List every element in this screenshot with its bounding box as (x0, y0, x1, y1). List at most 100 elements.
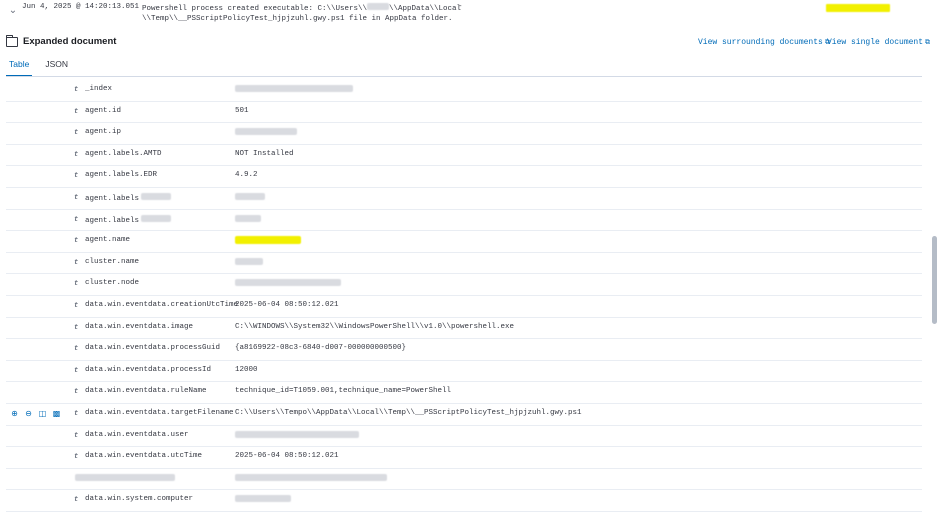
scrollbar-thumb[interactable] (932, 236, 937, 324)
doc-tabs: Table JSON (6, 58, 71, 77)
tab-table[interactable]: Table (6, 58, 33, 77)
field-name: data.win.eventdata.creationUtcTime (85, 300, 239, 309)
field-type-icon: t (74, 409, 79, 418)
redacted-text (141, 192, 172, 200)
table-row: t agent.id 501 (6, 102, 922, 124)
field-name: cluster.node (85, 279, 140, 288)
field-value (235, 430, 359, 441)
field-type-icon: t (74, 431, 79, 440)
field-type-icon: t (74, 323, 79, 332)
table-row: t data.win.eventdata.processId 12000 (6, 361, 922, 383)
filter-out-value-icon[interactable]: ⊖ (24, 409, 33, 418)
expanded-document-header: Expanded document (5, 34, 117, 47)
view-surrounding-documents-label[interactable]: View surrounding documents (698, 38, 823, 47)
redacted-text (235, 214, 261, 222)
field-name: agent.labels.EDR (85, 171, 158, 180)
folder-icon (5, 34, 18, 47)
row-actions: ⊕ ⊖ ◫ ▩ (10, 409, 61, 418)
field-value: NOT Installed (235, 149, 294, 158)
field-value (235, 257, 263, 268)
field-value (235, 495, 291, 505)
field-name: cluster.name (85, 257, 140, 266)
event-dash: - (458, 3, 463, 11)
field-type-icon: t (74, 388, 79, 397)
field-type-icon: t (74, 172, 79, 181)
field-value (235, 236, 301, 247)
field-name: data.win.eventdata.processGuid (85, 344, 221, 353)
event-message-line1b: \\AppData\\Local (389, 5, 462, 13)
external-link-icon: ⧉ (925, 39, 931, 47)
field-name: agent.labels.AMTD (85, 149, 162, 158)
table-row: t cluster.name (6, 253, 922, 275)
chevron-down-icon[interactable]: ⌄ (6, 4, 20, 18)
view-single-document-link[interactable]: View single document ⧉ (827, 38, 930, 47)
redacted-text (141, 214, 172, 222)
table-row (6, 469, 922, 491)
view-surrounding-documents-link[interactable]: View surrounding documents ⧉ (698, 38, 830, 47)
field-type-icon: t (74, 86, 79, 94)
field-type-icon: t (74, 150, 79, 159)
table-row: t cluster.node (6, 274, 922, 296)
view-single-document-label[interactable]: View single document (827, 38, 923, 47)
field-value (235, 192, 265, 203)
field-value (235, 128, 297, 138)
field-value: {a8169922-08c3-6840-d007-000000000500} (235, 344, 407, 353)
field-value: 4.9.2 (235, 171, 258, 180)
field-name: agent.id (85, 106, 122, 115)
redacted-text (235, 128, 297, 136)
field-value: 501 (235, 106, 249, 115)
table-row: t data.win.eventdata.utcTime 2025-06-04 … (6, 447, 922, 469)
field-type-icon: t (74, 237, 79, 246)
field-value: 2025-06-04 08:50:12.021 (235, 300, 339, 309)
redacted-text (367, 3, 390, 10)
field-value (235, 473, 387, 484)
field-value: C:\\WINDOWS\\System32\\WindowsPowerShell… (235, 322, 515, 331)
field-name-text: agent.labels (85, 194, 140, 203)
redacted-text (235, 473, 387, 481)
field-value (235, 279, 341, 289)
field-value (235, 214, 261, 225)
redacted-text (235, 192, 265, 200)
redacted-text (235, 430, 359, 438)
field-name (75, 473, 175, 484)
redacted-text (75, 473, 175, 481)
field-type-icon: t (74, 107, 79, 116)
field-name: agent.ip (85, 128, 122, 137)
table-row: t agent.labels.EDR 4.9.2 (6, 166, 922, 188)
tab-json[interactable]: JSON (42, 58, 71, 75)
field-value (235, 85, 353, 95)
event-timestamp: Jun 4, 2025 @ 14:20:13.051 (22, 3, 140, 11)
field-name: data.win.eventdata.ruleName (85, 387, 207, 396)
field-name: data.win.system.computer (85, 495, 194, 504)
field-name: agent.name (85, 236, 131, 245)
filter-for-value-icon[interactable]: ⊕ (10, 409, 19, 418)
field-type-icon: t (74, 215, 79, 224)
table-row: t agent.labels.AMTD NOT Installed (6, 145, 922, 167)
table-row: t data.win.eventdata.creationUtcTime 202… (6, 296, 922, 318)
field-value: C:\\Users\\Tempo\\AppData\\Local\\Temp\\… (235, 408, 582, 417)
table-row: t agent.labels (6, 188, 922, 210)
table-row: t data.win.system.computer (6, 490, 922, 512)
field-type-icon: t (74, 496, 79, 505)
table-row: t agent.labels (6, 210, 922, 232)
table-row: t agent.name (6, 231, 922, 253)
table-row: t data.win.eventdata.ruleName technique_… (6, 382, 922, 404)
field-name: agent.labels (85, 214, 172, 225)
table-row: t data.win.eventdata.user (6, 426, 922, 448)
field-value: 12000 (235, 365, 258, 374)
field-type-icon: t (74, 258, 79, 267)
field-name: _index (85, 85, 113, 93)
field-name: data.win.eventdata.targetFilename (85, 408, 234, 417)
expanded-document-title: Expanded document (23, 36, 117, 47)
event-message-line2: \\Temp\\__PSScriptPolicyTest_hjpjzuhl.gw… (142, 15, 453, 23)
field-value: technique_id=T1059.001,technique_name=Po… (235, 387, 452, 396)
fields-table: t _index t agent.id 501 t agent.ip t age… (6, 80, 922, 512)
field-value: 2025-06-04 08:50:12.021 (235, 452, 339, 461)
toggle-column-icon[interactable]: ◫ (38, 409, 47, 418)
table-row: t _index (6, 80, 922, 102)
redacted-highlight (235, 236, 301, 245)
redacted-text (235, 85, 353, 92)
filter-exists-icon[interactable]: ▩ (52, 409, 61, 418)
field-name: agent.labels (85, 192, 172, 203)
field-type-icon: t (74, 129, 79, 138)
